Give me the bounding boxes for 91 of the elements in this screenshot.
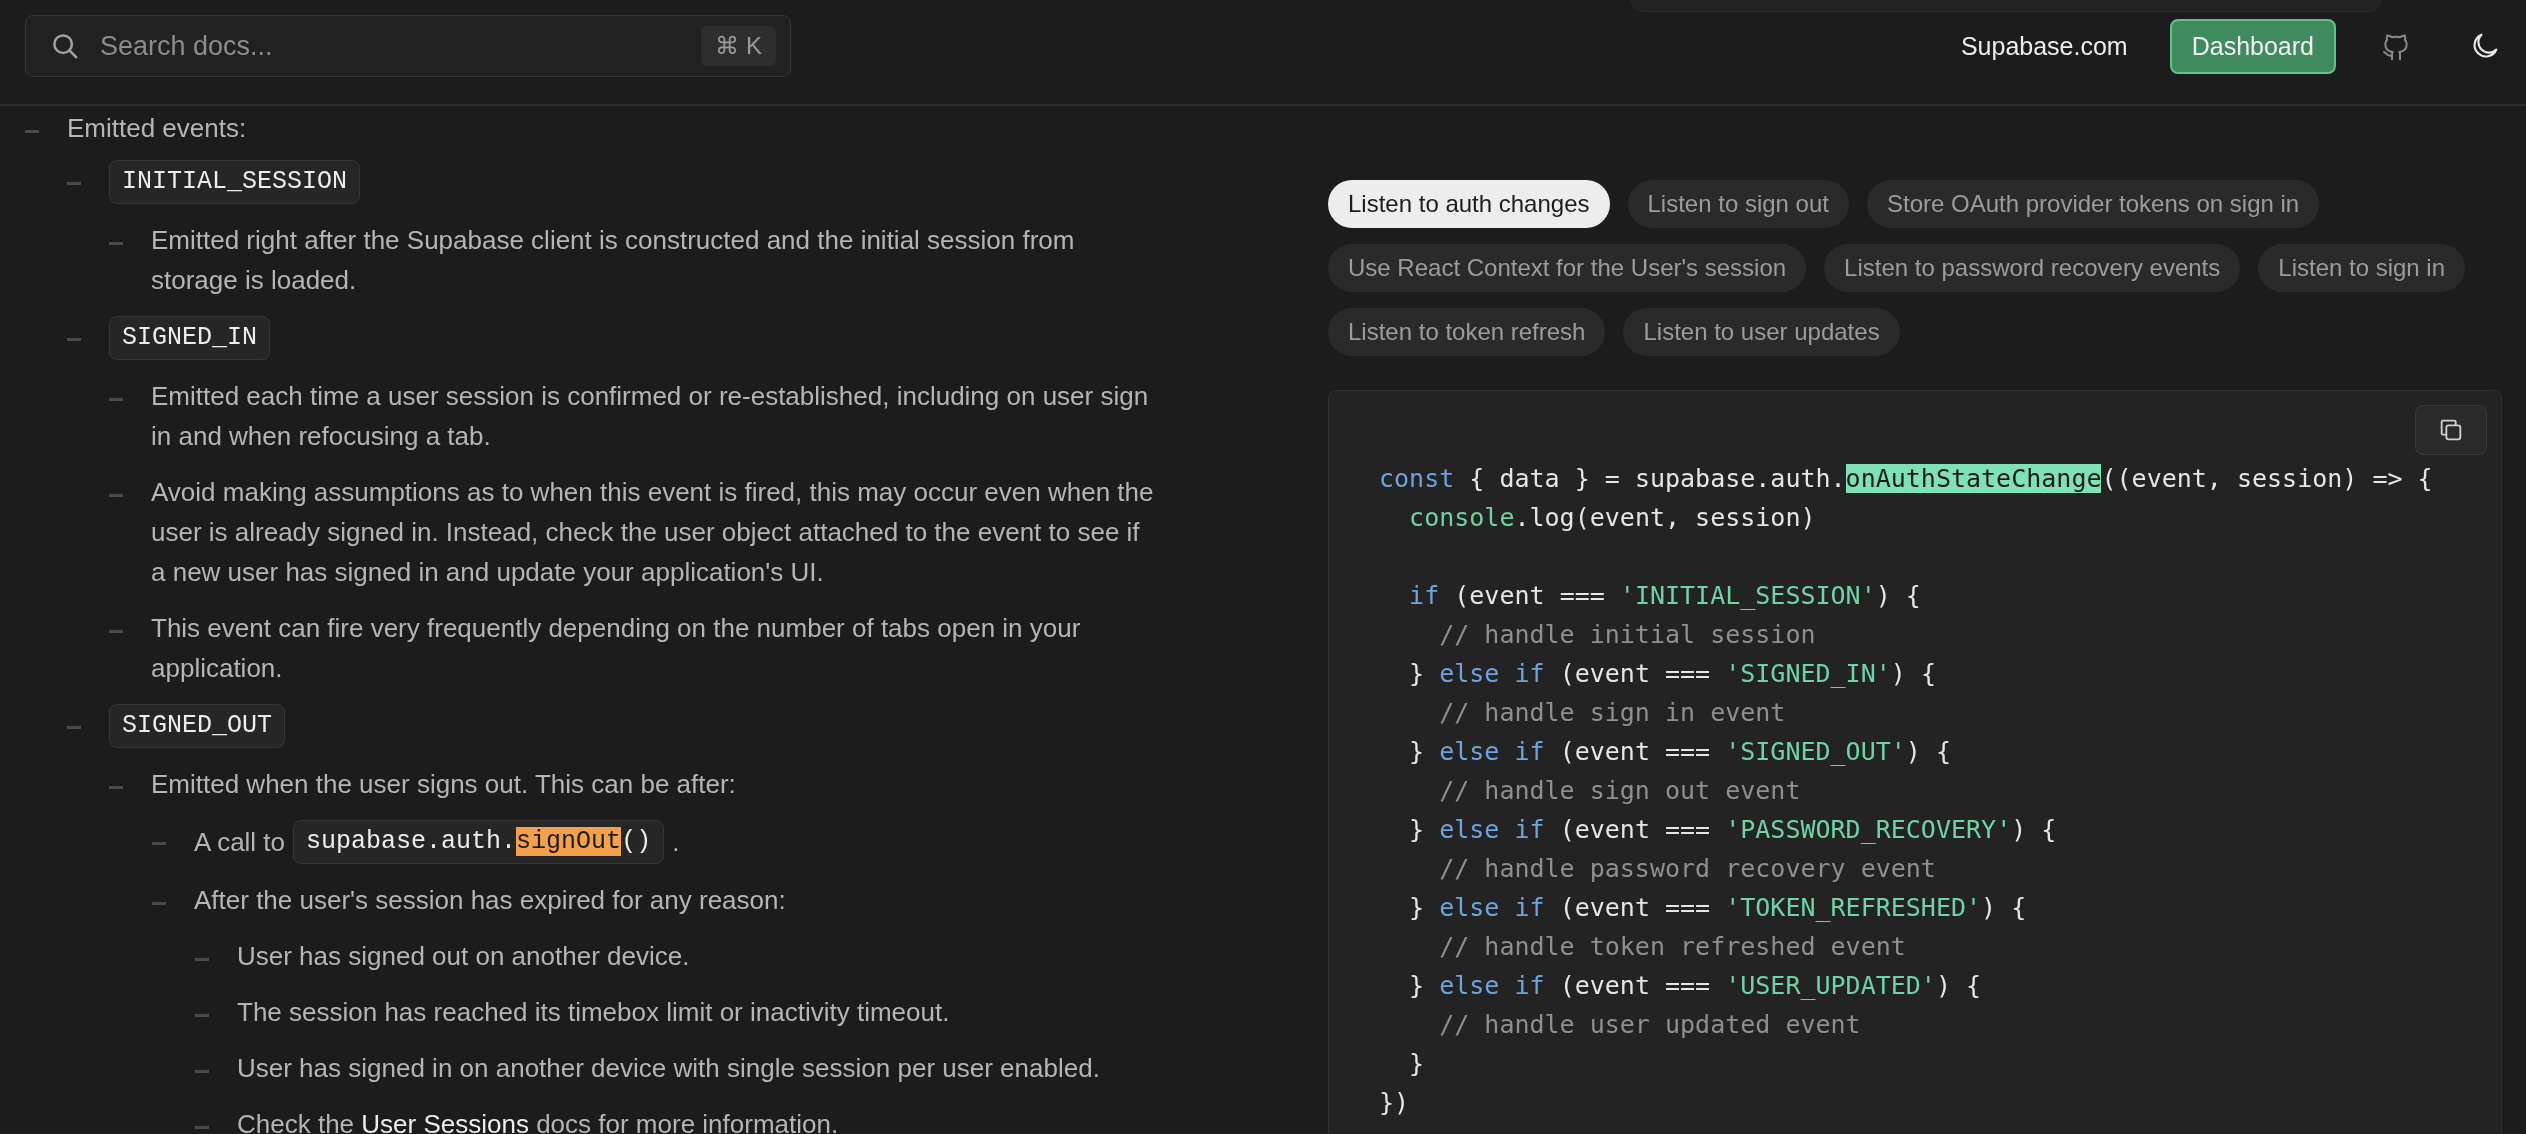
list-text: Emitted right after the Supabase client is constructed and the initial session from storage is loaded.	[151, 224, 1076, 297]
code-keyword: else if	[1439, 971, 1545, 1000]
code-text: { data } = supabase.auth.	[1468, 464, 1846, 493]
code-comment: // handle user updated event	[1438, 1010, 1861, 1039]
list-text: User has signed out on another device.	[237, 940, 690, 973]
list-text: After the user's session has expired for any reason:	[194, 884, 786, 917]
inline-code: INITIAL_SESSION	[109, 160, 361, 204]
code-text: ) {	[2011, 815, 2057, 844]
search-match: onAuthStateChange	[1845, 464, 2102, 493]
list-bullet	[152, 902, 166, 905]
search-field[interactable]: Search docs... ⌘ K	[25, 15, 791, 77]
code-text: (event ===	[1558, 815, 1712, 844]
code-string: 'TOKEN_REFRESHED'	[1725, 893, 1982, 922]
copy-button[interactable]	[2415, 405, 2487, 455]
code-comment: // handle initial session	[1438, 620, 1816, 649]
example-tab[interactable]: Listen to password recovery events	[1824, 244, 2241, 292]
example-tab[interactable]: Listen to user updates	[1623, 308, 1900, 356]
code-comment: // handle sign out event	[1438, 776, 1801, 805]
list-text: Emitted each time a user session is confirmed or re-established, including on user sign in and when refocusing a tab.	[151, 380, 1150, 453]
list-bullet	[109, 242, 123, 245]
code-text: .log(event, session)	[1514, 503, 1816, 532]
code-text: (event ===	[1453, 581, 1606, 610]
code-string: 'SIGNED_OUT'	[1725, 737, 1906, 766]
dashboard-button[interactable]: Dashboard	[2169, 18, 2336, 74]
site-link[interactable]: Supabase.com	[1960, 31, 2128, 61]
code-text: (event ===	[1558, 893, 1712, 922]
code-text: (event ===	[1558, 659, 1712, 688]
list-bullet	[109, 786, 123, 789]
list-bullet	[152, 842, 166, 845]
list-bullet	[109, 494, 123, 497]
code-keyword: if	[1408, 581, 1440, 610]
list-bullet	[67, 338, 81, 341]
list-bullet	[109, 630, 123, 633]
code-comment: // handle sign in event	[1438, 698, 1786, 727]
code-text: ) {	[1935, 971, 1982, 1000]
inline-code: SIGNED_OUT	[109, 704, 286, 748]
code-text: }	[1408, 737, 1426, 766]
code-comment: // handle token refreshed event	[1438, 932, 1906, 961]
inline-code: supabase.auth.signOut()	[293, 820, 665, 864]
list-text: Check the User Sessions docs for more information.	[237, 1108, 839, 1134]
example-tab[interactable]: Store OAuth provider tokens on sign in	[1866, 180, 2320, 228]
list-text: The session has reached its timebox limit or inactivity timeout.	[237, 996, 950, 1029]
code-string: 'SIGNED_IN'	[1725, 659, 1891, 688]
search-input[interactable]: Search docs...	[98, 29, 684, 63]
code-text: ) {	[1890, 659, 1936, 688]
list-bullet	[67, 182, 81, 185]
example-tab[interactable]: Listen to auth changes	[1328, 180, 1610, 228]
code-text: }	[1408, 815, 1426, 844]
inline-code: SIGNED_IN	[109, 316, 271, 360]
code-text: ((event, session) => {	[2101, 464, 2433, 493]
code-function: console	[1408, 503, 1515, 532]
code-text: }	[1408, 659, 1426, 688]
search-icon	[50, 31, 80, 61]
list-bullet	[109, 398, 123, 401]
example-tab[interactable]: Listen to token refresh	[1328, 308, 1606, 356]
list-bullet	[25, 130, 39, 133]
code-keyword: const	[1379, 464, 1455, 493]
example-tab[interactable]: Listen to sign in	[2258, 244, 2466, 292]
list-text: Avoid making assumptions as to when this event is fired, this may occur even when the user is already signed in. Instead, check the user object attached to the event to see if a new user has signed in and update your application's UI.	[151, 476, 1155, 589]
list-text: A call to	[194, 826, 286, 859]
example-tab[interactable]: Use React Context for the User's session	[1328, 244, 1807, 292]
code-keyword: else if	[1439, 893, 1545, 922]
code-text: ) {	[1905, 737, 1951, 766]
code-keyword: else if	[1439, 659, 1545, 688]
code-text: ) {	[1981, 893, 2027, 922]
code-keyword: else if	[1439, 737, 1545, 766]
code-string: 'USER_UPDATED'	[1725, 971, 1936, 1000]
list-bullet	[67, 726, 81, 729]
list-bullet	[195, 1014, 209, 1017]
list-bullet	[195, 1126, 209, 1129]
example-tab[interactable]: Listen to sign out	[1627, 180, 1849, 228]
code-string: 'PASSWORD_RECOVERY'	[1725, 815, 2012, 844]
list-text: Emitted when the user signs out. This can be after:	[151, 768, 736, 801]
code-text: (event ===	[1558, 971, 1712, 1000]
list-bullet	[195, 1070, 209, 1073]
docs-link[interactable]: User Sessions	[361, 1109, 529, 1134]
list-text: .	[672, 826, 680, 859]
code-keyword: else if	[1439, 815, 1545, 844]
code-text: }	[1408, 971, 1426, 1000]
code-text: ) {	[1875, 581, 1921, 610]
list-text: User has signed in on another device with single session per user enabled.	[237, 1052, 1100, 1085]
code-text: }	[1408, 893, 1426, 922]
code-text: }	[1408, 1049, 1425, 1078]
list-text: Emitted events:	[67, 112, 247, 145]
code-text: })	[1379, 1088, 1410, 1117]
list-text: This event can fire very frequently depending on the number of tabs open in your application.	[151, 612, 1082, 685]
list-bullet	[195, 958, 209, 961]
code-string: 'INITIAL_SESSION'	[1619, 581, 1876, 610]
code-text: (event ===	[1558, 737, 1712, 766]
code-comment: // handle password recovery event	[1438, 854, 1936, 883]
shortcut-hint: ⌘ K	[701, 26, 776, 66]
